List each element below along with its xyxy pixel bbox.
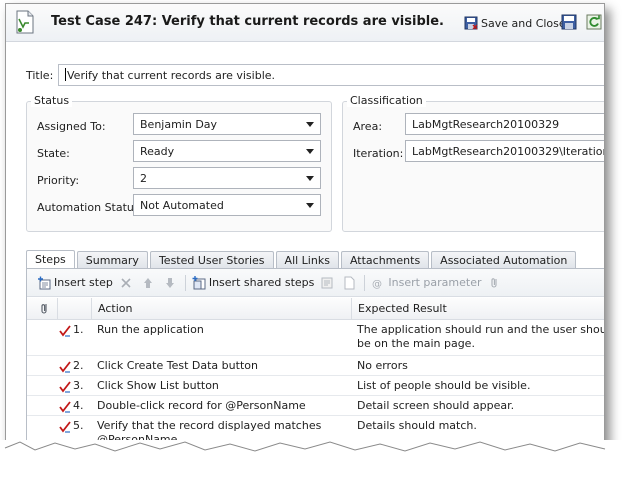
insert-shared-steps-button[interactable]: Insert shared steps bbox=[192, 275, 315, 290]
save-and-close-button[interactable]: Save and Close bbox=[464, 13, 566, 33]
step-expected-result: Detail screen should appear. bbox=[357, 399, 515, 412]
toolbar-separator bbox=[184, 274, 186, 291]
paperclip-icon bbox=[41, 304, 47, 314]
validated-step-icon bbox=[59, 325, 71, 337]
insert-shared-steps-icon bbox=[192, 275, 206, 289]
step-expected-result: The application should run and the user … bbox=[357, 323, 605, 350]
validated-step-icon bbox=[59, 421, 71, 433]
toolbar-separator bbox=[364, 274, 366, 291]
tab-summary[interactable]: Summary bbox=[76, 251, 148, 269]
step-expected-result: No errors bbox=[357, 359, 408, 372]
tab-strip: Steps Summary Tested User Stories All Li… bbox=[26, 250, 578, 269]
area-label: Area: bbox=[353, 120, 383, 133]
validated-step-icon bbox=[59, 381, 71, 393]
svg-text:@: @ bbox=[372, 279, 382, 290]
assigned-to-dropdown[interactable]: Benjamin Day bbox=[133, 113, 321, 135]
tab-associated-automation[interactable]: Associated Automation bbox=[431, 251, 577, 269]
priority-label: Priority: bbox=[37, 174, 80, 187]
title-label: Title: bbox=[26, 69, 54, 82]
steps-grid-header: Action Expected Result bbox=[27, 298, 604, 320]
insert-step-icon bbox=[38, 276, 51, 289]
iteration-value: LabMgtResearch20100329\Iteration 1 bbox=[412, 145, 605, 158]
title-input[interactable]: Verify that current records are visible. bbox=[58, 64, 604, 86]
save-and-close-label: Save and Close bbox=[481, 16, 566, 30]
priority-dropdown[interactable]: 2 bbox=[133, 167, 321, 189]
refresh-icon[interactable] bbox=[586, 14, 602, 30]
step-number: 2. bbox=[73, 359, 84, 372]
classification-group-title: Classification bbox=[347, 94, 426, 107]
step-number: 5. bbox=[73, 419, 84, 432]
save-and-close-icon bbox=[464, 16, 478, 30]
move-down-icon[interactable] bbox=[163, 276, 177, 290]
delete-step-icon[interactable] bbox=[119, 276, 133, 290]
area-value: LabMgtResearch20100329 bbox=[412, 118, 560, 131]
step-number: 4. bbox=[73, 399, 84, 412]
step-action: Double-click record for @PersonName bbox=[97, 399, 306, 412]
validated-step-icon bbox=[59, 361, 71, 373]
priority-value: 2 bbox=[140, 172, 147, 185]
status-group: Status Assigned To: Benjamin Day State: … bbox=[26, 94, 332, 232]
save-icon[interactable] bbox=[561, 14, 577, 30]
window-title: Test Case 247: Verify that current recor… bbox=[51, 14, 444, 29]
expected-result-column-header[interactable]: Expected Result bbox=[351, 298, 604, 320]
assigned-to-label: Assigned To: bbox=[37, 120, 106, 133]
tab-tested-user-stories[interactable]: Tested User Stories bbox=[149, 251, 274, 269]
classification-group: Classification Area: LabMgtResearch20100… bbox=[342, 94, 605, 232]
step-expected-result: List of people should be visible. bbox=[357, 379, 531, 392]
test-case-window: Test Case 247: Verify that current recor… bbox=[5, 3, 605, 448]
step-action: Run the application bbox=[97, 323, 204, 336]
step-action: Click Show List button bbox=[97, 379, 219, 392]
steps-toolbar: Insert step Insert shared steps @ Insert… bbox=[27, 269, 604, 297]
open-shared-steps-icon[interactable] bbox=[342, 276, 356, 290]
insert-step-label: Insert step bbox=[54, 276, 113, 289]
chevron-down-icon bbox=[306, 122, 314, 127]
title-value: Verify that current records are visible. bbox=[67, 69, 276, 82]
test-case-document-icon bbox=[16, 10, 34, 34]
tab-all-links[interactable]: All Links bbox=[275, 251, 339, 269]
insert-parameter-icon: @ bbox=[372, 279, 382, 290]
chevron-down-icon bbox=[306, 203, 314, 208]
table-row[interactable]: 1. Run the application The application s… bbox=[27, 320, 605, 356]
create-shared-steps-icon[interactable] bbox=[320, 276, 334, 290]
iteration-field[interactable]: LabMgtResearch20100329\Iteration 1 bbox=[405, 140, 605, 162]
state-label: State: bbox=[37, 147, 70, 160]
move-up-icon[interactable] bbox=[141, 276, 155, 290]
steps-panel: Insert step Insert shared steps @ Insert… bbox=[26, 268, 605, 447]
insert-parameter-button[interactable]: @ Insert parameter bbox=[371, 276, 481, 290]
text-caret bbox=[65, 68, 66, 81]
insert-shared-steps-label: Insert shared steps bbox=[208, 276, 315, 289]
tab-steps[interactable]: Steps bbox=[26, 250, 75, 269]
validated-step-icon bbox=[59, 401, 71, 413]
status-group-title: Status bbox=[31, 94, 73, 107]
state-value: Ready bbox=[140, 145, 175, 158]
automation-status-label: Automation Status: bbox=[37, 201, 144, 214]
chevron-down-icon bbox=[306, 149, 314, 154]
step-action: Click Create Test Data button bbox=[97, 359, 258, 372]
table-row[interactable]: 3. Click Show List button List of people… bbox=[27, 376, 604, 396]
area-field[interactable]: LabMgtResearch20100329 bbox=[405, 113, 604, 135]
step-expected-result: Details should match. bbox=[357, 419, 477, 432]
step-number: 1. bbox=[73, 323, 84, 336]
step-indicator-column-header[interactable] bbox=[57, 298, 93, 320]
action-column-header[interactable]: Action bbox=[91, 298, 353, 320]
state-dropdown[interactable]: Ready bbox=[133, 140, 321, 162]
torn-edge-decoration bbox=[0, 440, 629, 480]
insert-step-button[interactable]: Insert step bbox=[37, 276, 113, 290]
iteration-label: Iteration: bbox=[353, 147, 404, 160]
chevron-down-icon bbox=[306, 176, 314, 181]
table-row[interactable]: 4. Double-click record for @PersonName D… bbox=[27, 396, 604, 416]
insert-parameter-label: Insert parameter bbox=[388, 276, 482, 289]
attachment-icon[interactable] bbox=[488, 276, 502, 290]
window-header: Test Case 247: Verify that current recor… bbox=[6, 4, 604, 42]
assigned-to-value: Benjamin Day bbox=[140, 118, 218, 131]
tab-attachments[interactable]: Attachments bbox=[340, 251, 430, 269]
automation-status-value: Not Automated bbox=[140, 199, 224, 212]
step-number: 3. bbox=[73, 379, 84, 392]
table-row[interactable]: 2. Click Create Test Data button No erro… bbox=[27, 356, 604, 376]
automation-status-dropdown[interactable]: Not Automated bbox=[133, 194, 321, 216]
